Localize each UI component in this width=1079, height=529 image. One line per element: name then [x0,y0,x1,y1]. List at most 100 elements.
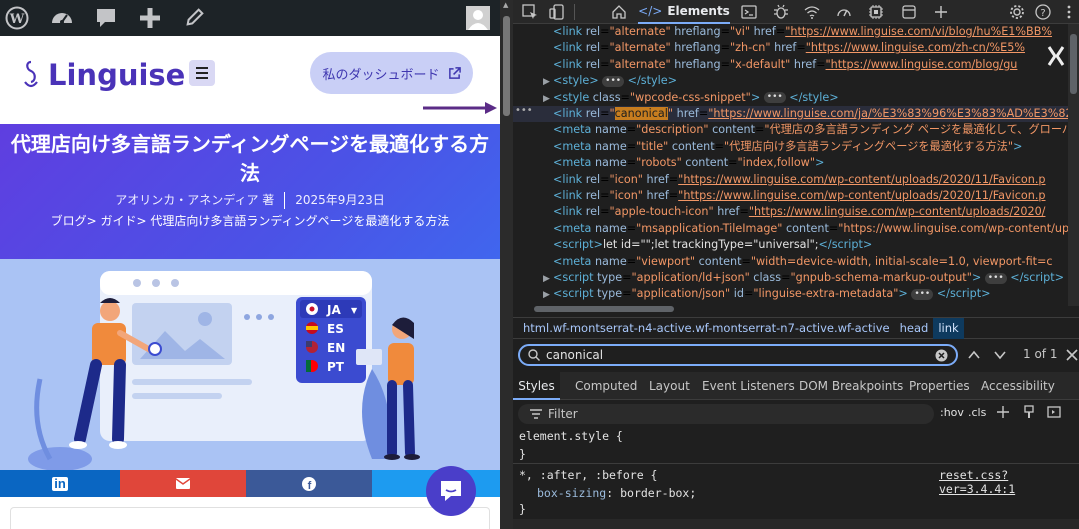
tab-accessibility[interactable]: Accessibility [981,372,1055,400]
tab-dom-breakpoints[interactable]: DOM Breakpoints [799,372,903,400]
svg-text:f: f [308,480,312,491]
new-content-icon[interactable] [138,6,162,30]
inspect-element-icon[interactable] [522,4,538,20]
dashboard-icon[interactable] [50,6,74,30]
element-style-selector[interactable]: element.style { [519,429,623,443]
device-toolbar-icon[interactable] [549,4,565,20]
rule-selector[interactable]: *, :after, :before { [519,468,657,482]
website-panel: W Linguise 私のダッシュボード 代理店向け多言語ランディングページを最… [0,0,500,529]
help-icon[interactable]: ? [1035,4,1051,20]
tab-computed[interactable]: Computed [575,372,637,400]
styles-pane: element.style { } *, :after, :before { r… [513,428,1079,529]
linguise-logo[interactable]: Linguise [22,55,185,95]
toggle-sidebar-icon[interactable] [1047,405,1061,419]
dom-node-line[interactable]: <link rel="icon" href="https://www.lingu… [513,172,1079,188]
hover-state-toggle[interactable]: :hov [940,406,964,419]
crumb-link[interactable]: link [933,317,964,339]
paint-brush-icon[interactable] [1022,405,1036,419]
tab-properties[interactable]: Properties [909,372,970,400]
dom-node-line[interactable]: <link rel="canonical" href="https://www.… [513,106,1079,123]
tab-event-listeners[interactable]: Event Listeners [702,372,795,400]
prop-value[interactable]: border-box; [620,486,696,500]
sources-bug-icon[interactable] [773,4,789,20]
lang-ja: JA [326,303,341,317]
dom-tree-scrollbar[interactable] [1068,24,1079,306]
dom-node-line[interactable]: <meta name="robots" content="index,follo… [513,155,1079,171]
chat-widget-button[interactable] [426,466,476,516]
dom-node-line[interactable]: <meta name="msapplication-TileImage" con… [513,221,1079,237]
node-actions-icon[interactable]: ••• [515,106,533,117]
tab-styles[interactable]: Styles [513,372,560,400]
svg-text:W: W [9,12,25,27]
dom-node-line[interactable]: <link rel="alternate" hreflang="x-defaul… [513,57,1079,73]
dom-tree[interactable]: <link rel="alternate" hreflang="vi" href… [513,24,1079,306]
clear-search-icon[interactable] [935,349,948,362]
article-author[interactable]: アオリンカ・アネンディア 著 [115,193,274,207]
lang-pt: PT [327,360,345,374]
styles-filter-box[interactable]: Filter [518,404,934,424]
user-avatar-icon[interactable] [466,6,490,30]
prop-name[interactable]: box-sizing [537,486,606,500]
hamburger-menu-button[interactable] [189,60,215,86]
article-breadcrumb[interactable]: ブログ> ガイド> 代理店向け多言語ランディングページを最適化する方法 [0,212,500,229]
crumb-head[interactable]: head [895,318,934,339]
dom-node-line[interactable]: ▶ <style class="wpcode-css-snippet"> ••• … [513,90,1079,106]
dom-node-line[interactable]: <meta name="description" content="代理店の多言… [513,122,1079,138]
share-email-button[interactable] [120,470,246,497]
multilingual-landing-illustration: JA ▼ ES EN PT [28,271,420,470]
dom-node-line[interactable]: ▶ <script type="application/ld+json" clas… [513,270,1079,286]
console-icon[interactable] [741,4,757,20]
settings-gear-icon[interactable] [1009,4,1025,20]
dom-node-line[interactable]: ▶ <script type="application/json" id="lin… [513,286,1079,302]
dom-node-line[interactable]: ▶ <style> ••• </style> [513,73,1079,89]
page-scrollbar-thumb[interactable] [503,16,510,116]
dom-search-box[interactable]: canonical [518,344,958,366]
close-search-icon[interactable] [1065,348,1079,362]
dom-node-line[interactable]: <link rel="alternate" hreflang="vi" href… [513,24,1079,40]
dom-node-line[interactable]: <meta name="title" content="代理店向け多言語ランディ… [513,139,1079,155]
svg-text:?: ? [1040,8,1045,19]
lang-en: EN [327,341,345,355]
crumb-html[interactable]: html.wf-montserrat-n4-active.wf-montserr… [513,318,895,339]
tab-elements[interactable]: </> Elements [638,0,730,24]
dom-breadcrumb: html.wf-montserrat-n4-active.wf-montserr… [513,317,1079,339]
dashboard-button-label: 私のダッシュボード [322,67,440,83]
more-options-icon[interactable] [1061,4,1077,20]
dom-search-input[interactable]: canonical [546,348,935,362]
performance-gauge-icon[interactable] [836,4,852,20]
class-toggle[interactable]: .cls [968,406,986,419]
share-linkedin-button[interactable]: in [0,470,120,497]
new-style-rule-icon[interactable] [996,405,1010,419]
application-panel-icon[interactable] [901,4,917,20]
devtools-toolbar: ? [513,0,1079,24]
dom-node-line[interactable]: <meta name="viewport" content="width=dev… [513,254,1079,270]
email-icon [176,478,190,489]
dashboard-button[interactable]: 私のダッシュボード [310,52,473,94]
tab-elements-label: Elements [667,4,730,18]
search-next-icon[interactable] [993,348,1007,362]
more-tabs-plus-icon[interactable] [933,4,949,20]
edit-pencil-icon[interactable] [184,6,206,28]
network-wifi-icon[interactable] [804,4,820,20]
page-scrollbar[interactable]: ▲ [500,0,513,529]
share-facebook-button[interactable]: f [246,470,372,497]
rule-source-link[interactable]: reset.css?ver=3.4.4:1 [939,468,1079,496]
comments-icon[interactable] [94,6,118,30]
dom-node-line[interactable]: <script>let id="";let trackingType="univ… [513,237,1079,253]
home-icon[interactable] [611,4,627,20]
tab-layout[interactable]: Layout [649,372,690,400]
article-hero: 代理店向け多言語ランディングページを最適化する方法 アオリンカ・アネンディア 著… [0,124,500,259]
dom-node-line[interactable]: <link rel="icon" href="https://www.lingu… [513,188,1079,204]
wordpress-icon[interactable]: W [5,6,29,30]
search-previous-icon[interactable] [967,348,981,362]
article-date: 2025年9月23日 [295,193,385,207]
rule-close: } [519,502,526,516]
memory-chip-icon[interactable] [868,4,884,20]
dom-node-line[interactable]: <link rel="alternate" hreflang="zh-cn" h… [513,40,1079,56]
filter-icon [530,409,542,419]
article-illustration: JA ▼ ES EN PT [0,259,500,470]
dom-node-line[interactable]: <link rel="apple-touch-icon" href="https… [513,204,1079,220]
dom-tree-hscrollbar[interactable] [530,304,1050,313]
article-title: 代理店向け多言語ランディングページを最適化する方法 [10,132,490,185]
chat-bubble-icon [441,481,461,501]
